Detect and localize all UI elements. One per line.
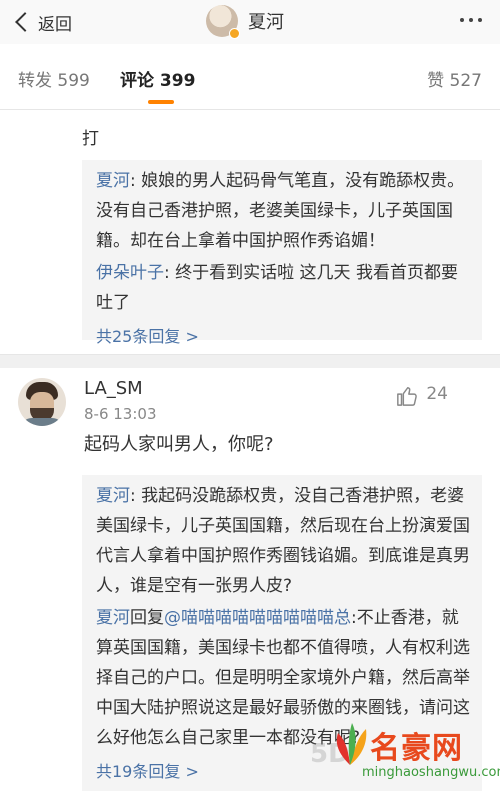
verified-badge-icon [229, 28, 240, 39]
watermark-url: minghaoshangwu.com [362, 765, 500, 780]
chevron-left-icon [15, 12, 35, 32]
more-options-icon[interactable] [460, 18, 482, 22]
avatar[interactable] [18, 378, 66, 426]
tab-repost[interactable]: 转发 599 [18, 66, 90, 91]
active-tab-indicator [148, 100, 174, 104]
leaf-logo-icon [336, 723, 367, 765]
avatar[interactable] [206, 5, 240, 39]
thumbs-up-icon[interactable] [396, 385, 418, 407]
watermark-brand: 名豪网 [370, 731, 463, 766]
reply-to: 回复 [130, 608, 164, 628]
tab-comments[interactable]: 评论 399 [120, 66, 195, 91]
more-replies-link[interactable]: 共25条回复 > [96, 320, 470, 354]
comment-divider [0, 354, 500, 368]
comment-text: 起码人家叫男人，你呢? [84, 434, 274, 455]
previous-comment-text: 打 [82, 110, 482, 150]
reply-item: 夏河: 娘娘的男人起码骨气笔直，没有跪舔权贵。没有自己香港护照，老婆美国绿卡，儿… [96, 171, 465, 251]
reply-author[interactable]: 夏河 [96, 486, 130, 506]
top-navbar: 返回 夏河 [0, 0, 500, 44]
page-title: 夏河 [248, 12, 284, 33]
reply-text: 我起码没跪舔权贵，没自己香港护照，老婆美国绿卡，儿子英国国籍，然后现在台上扮演爱… [96, 486, 470, 596]
comment-time: 8-6 13:03 [84, 405, 157, 423]
reply-text: 娘娘的男人起码骨气笔直，没有跪舔权贵。没有自己香港护照，老婆美国绿卡，儿子英国国… [96, 171, 465, 251]
profile-header[interactable]: 夏河 [206, 5, 284, 39]
comment-author[interactable]: LA_SM [84, 378, 143, 399]
like-count: 24 [426, 384, 448, 404]
back-label: 返回 [38, 14, 72, 35]
watermark: 5D 名豪网 minghaoshangwu.com [300, 715, 500, 791]
reply-item: 夏河: 我起码没跪舔权贵，没自己香港护照，老婆美国绿卡，儿子英国国籍，然后现在台… [96, 486, 470, 596]
cut-line-2: 打 [82, 129, 99, 149]
reply-mention[interactable]: @喵喵喵喵喵喵喵喵喵总 [164, 608, 351, 628]
back-button[interactable]: 返回 [12, 8, 72, 36]
reply-author[interactable]: 夏河 [96, 171, 130, 191]
reply-thread: 夏河: 娘娘的男人起码骨气笔直，没有跪舔权贵。没有自己香港护照，老婆美国绿卡，儿… [82, 160, 482, 346]
tab-likes[interactable]: 赞 527 [427, 66, 482, 91]
cut-line [82, 110, 482, 124]
reply-author[interactable]: 夏河 [96, 608, 130, 628]
reply-author[interactable]: 伊朵叶子 [96, 263, 164, 283]
reply-item: 伊朵叶子: 终于看到实话啦 这几天 我看首页都要吐了 [96, 263, 458, 313]
stats-tabs: 转发 599 评论 399 赞 527 [0, 44, 500, 110]
